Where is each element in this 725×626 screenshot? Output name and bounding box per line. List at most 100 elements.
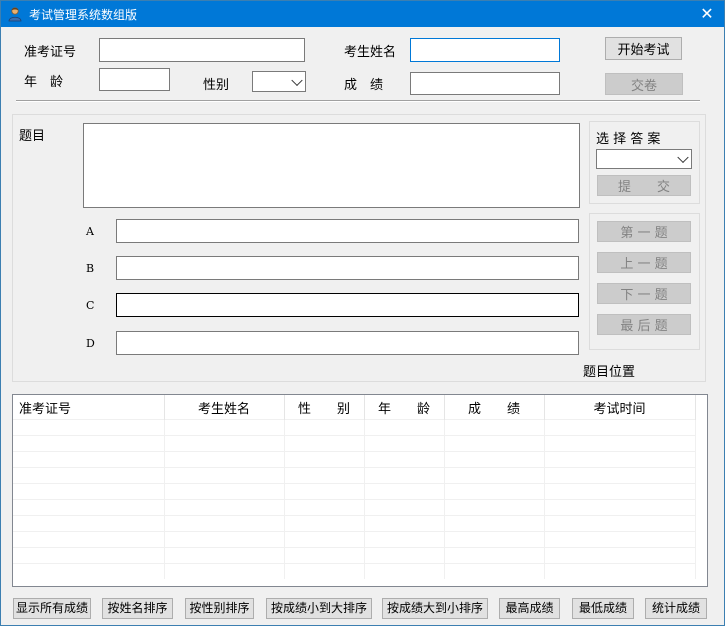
table-row[interactable] xyxy=(13,419,696,436)
table-cell xyxy=(444,435,545,452)
age-input[interactable] xyxy=(99,68,170,91)
question-text-area[interactable] xyxy=(83,123,580,208)
table-cell xyxy=(444,547,545,564)
submit-paper-button[interactable]: 交卷 xyxy=(605,73,683,95)
table-cell xyxy=(164,531,285,548)
table-cell xyxy=(164,547,285,564)
table-cell xyxy=(544,435,696,452)
start-exam-button[interactable]: 开始考试 xyxy=(605,37,682,60)
table-cell xyxy=(164,435,285,452)
table-row[interactable] xyxy=(13,547,696,564)
table-cell xyxy=(164,563,285,579)
sort-by-gender-button[interactable]: 按性别排序 xyxy=(185,598,254,619)
table-cell xyxy=(364,435,445,452)
name-label: 考生姓名 xyxy=(344,45,397,60)
results-grid[interactable]: 准考证号 考生姓名 性 别 年 龄 成 绩 考试时间 xyxy=(12,394,708,587)
table-cell xyxy=(164,451,285,468)
max-score-button[interactable]: 最高成绩 xyxy=(499,598,560,619)
option-d-input[interactable] xyxy=(116,331,579,355)
option-b-input[interactable] xyxy=(116,256,579,280)
exam-id-input[interactable] xyxy=(99,38,305,62)
col-header-exam-time[interactable]: 考试时间 xyxy=(544,395,696,420)
last-question-button[interactable]: 最 后 题 xyxy=(597,314,691,335)
grid-body xyxy=(13,419,696,579)
table-row[interactable] xyxy=(13,435,696,452)
table-cell xyxy=(544,467,696,484)
table-cell xyxy=(284,435,365,452)
answer-submit-button[interactable]: 提 交 xyxy=(597,175,691,196)
table-cell xyxy=(13,419,165,436)
col-header-age[interactable]: 年 龄 xyxy=(364,395,445,420)
option-b-label: B xyxy=(86,262,95,275)
table-cell xyxy=(13,483,165,500)
table-cell xyxy=(284,451,365,468)
col-header-gender[interactable]: 性 别 xyxy=(284,395,365,420)
grid-header-row: 准考证号 考生姓名 性 别 年 龄 成 绩 考试时间 xyxy=(13,395,696,420)
exam-id-label: 准考证号 xyxy=(24,45,77,60)
table-cell xyxy=(444,531,545,548)
table-cell xyxy=(364,547,445,564)
top-separator xyxy=(16,100,700,102)
stats-score-button[interactable]: 统计成绩 xyxy=(645,598,707,619)
table-row[interactable] xyxy=(13,467,696,484)
gender-select[interactable] xyxy=(252,71,306,92)
table-cell xyxy=(544,483,696,500)
question-position-label: 题目位置 xyxy=(583,365,636,380)
table-row[interactable] xyxy=(13,483,696,500)
table-cell xyxy=(284,515,365,532)
table-cell xyxy=(13,515,165,532)
table-row[interactable] xyxy=(13,515,696,532)
col-header-score[interactable]: 成 绩 xyxy=(444,395,545,420)
table-cell xyxy=(13,563,165,579)
table-cell xyxy=(364,563,445,579)
next-question-button[interactable]: 下 一 题 xyxy=(597,283,691,304)
table-cell xyxy=(544,531,696,548)
col-header-exam-id[interactable]: 准考证号 xyxy=(13,395,165,420)
title-bar[interactable]: 考试管理系统数组版 ✕ xyxy=(1,1,724,27)
table-cell xyxy=(364,499,445,516)
answer-select[interactable] xyxy=(596,149,692,169)
gender-label: 性别 xyxy=(203,78,230,93)
answer-panel-title: 选 择 答 案 xyxy=(596,132,661,147)
table-cell xyxy=(444,467,545,484)
table-cell xyxy=(444,451,545,468)
table-cell xyxy=(284,483,365,500)
table-cell xyxy=(544,547,696,564)
option-d-label: D xyxy=(86,337,95,350)
table-cell xyxy=(544,451,696,468)
min-score-button[interactable]: 最低成绩 xyxy=(572,598,634,619)
table-cell xyxy=(13,451,165,468)
table-cell xyxy=(284,467,365,484)
name-input[interactable] xyxy=(410,38,560,62)
option-c-label: C xyxy=(86,299,95,312)
question-label: 题目 xyxy=(19,129,46,144)
table-cell xyxy=(13,467,165,484)
table-row[interactable] xyxy=(13,531,696,548)
table-row[interactable] xyxy=(13,499,696,516)
score-input[interactable] xyxy=(410,72,560,95)
sort-score-asc-button[interactable]: 按成绩小到大排序 xyxy=(266,598,372,619)
table-cell xyxy=(444,499,545,516)
sort-by-name-button[interactable]: 按姓名排序 xyxy=(102,598,173,619)
table-cell xyxy=(13,547,165,564)
table-cell xyxy=(164,467,285,484)
first-question-button[interactable]: 第 一 题 xyxy=(597,221,691,242)
close-icon[interactable]: ✕ xyxy=(690,1,724,27)
option-a-input[interactable] xyxy=(116,219,579,243)
table-row[interactable] xyxy=(13,451,696,468)
main-window: 考试管理系统数组版 ✕ 准考证号 考生姓名 开始考试 年 龄 性别 成 绩 交卷… xyxy=(0,0,725,626)
show-all-scores-button[interactable]: 显示所有成绩 xyxy=(13,598,91,619)
table-cell xyxy=(164,499,285,516)
table-cell xyxy=(284,499,365,516)
table-cell xyxy=(444,515,545,532)
table-row[interactable] xyxy=(13,563,696,579)
table-cell xyxy=(544,419,696,436)
col-header-name[interactable]: 考生姓名 xyxy=(164,395,285,420)
prev-question-button[interactable]: 上 一 题 xyxy=(597,252,691,273)
option-c-input[interactable] xyxy=(116,293,579,317)
window-title: 考试管理系统数组版 xyxy=(29,8,138,22)
sort-score-desc-button[interactable]: 按成绩大到小排序 xyxy=(382,598,488,619)
table-cell xyxy=(284,531,365,548)
table-cell xyxy=(13,531,165,548)
chevron-down-icon xyxy=(677,151,689,164)
